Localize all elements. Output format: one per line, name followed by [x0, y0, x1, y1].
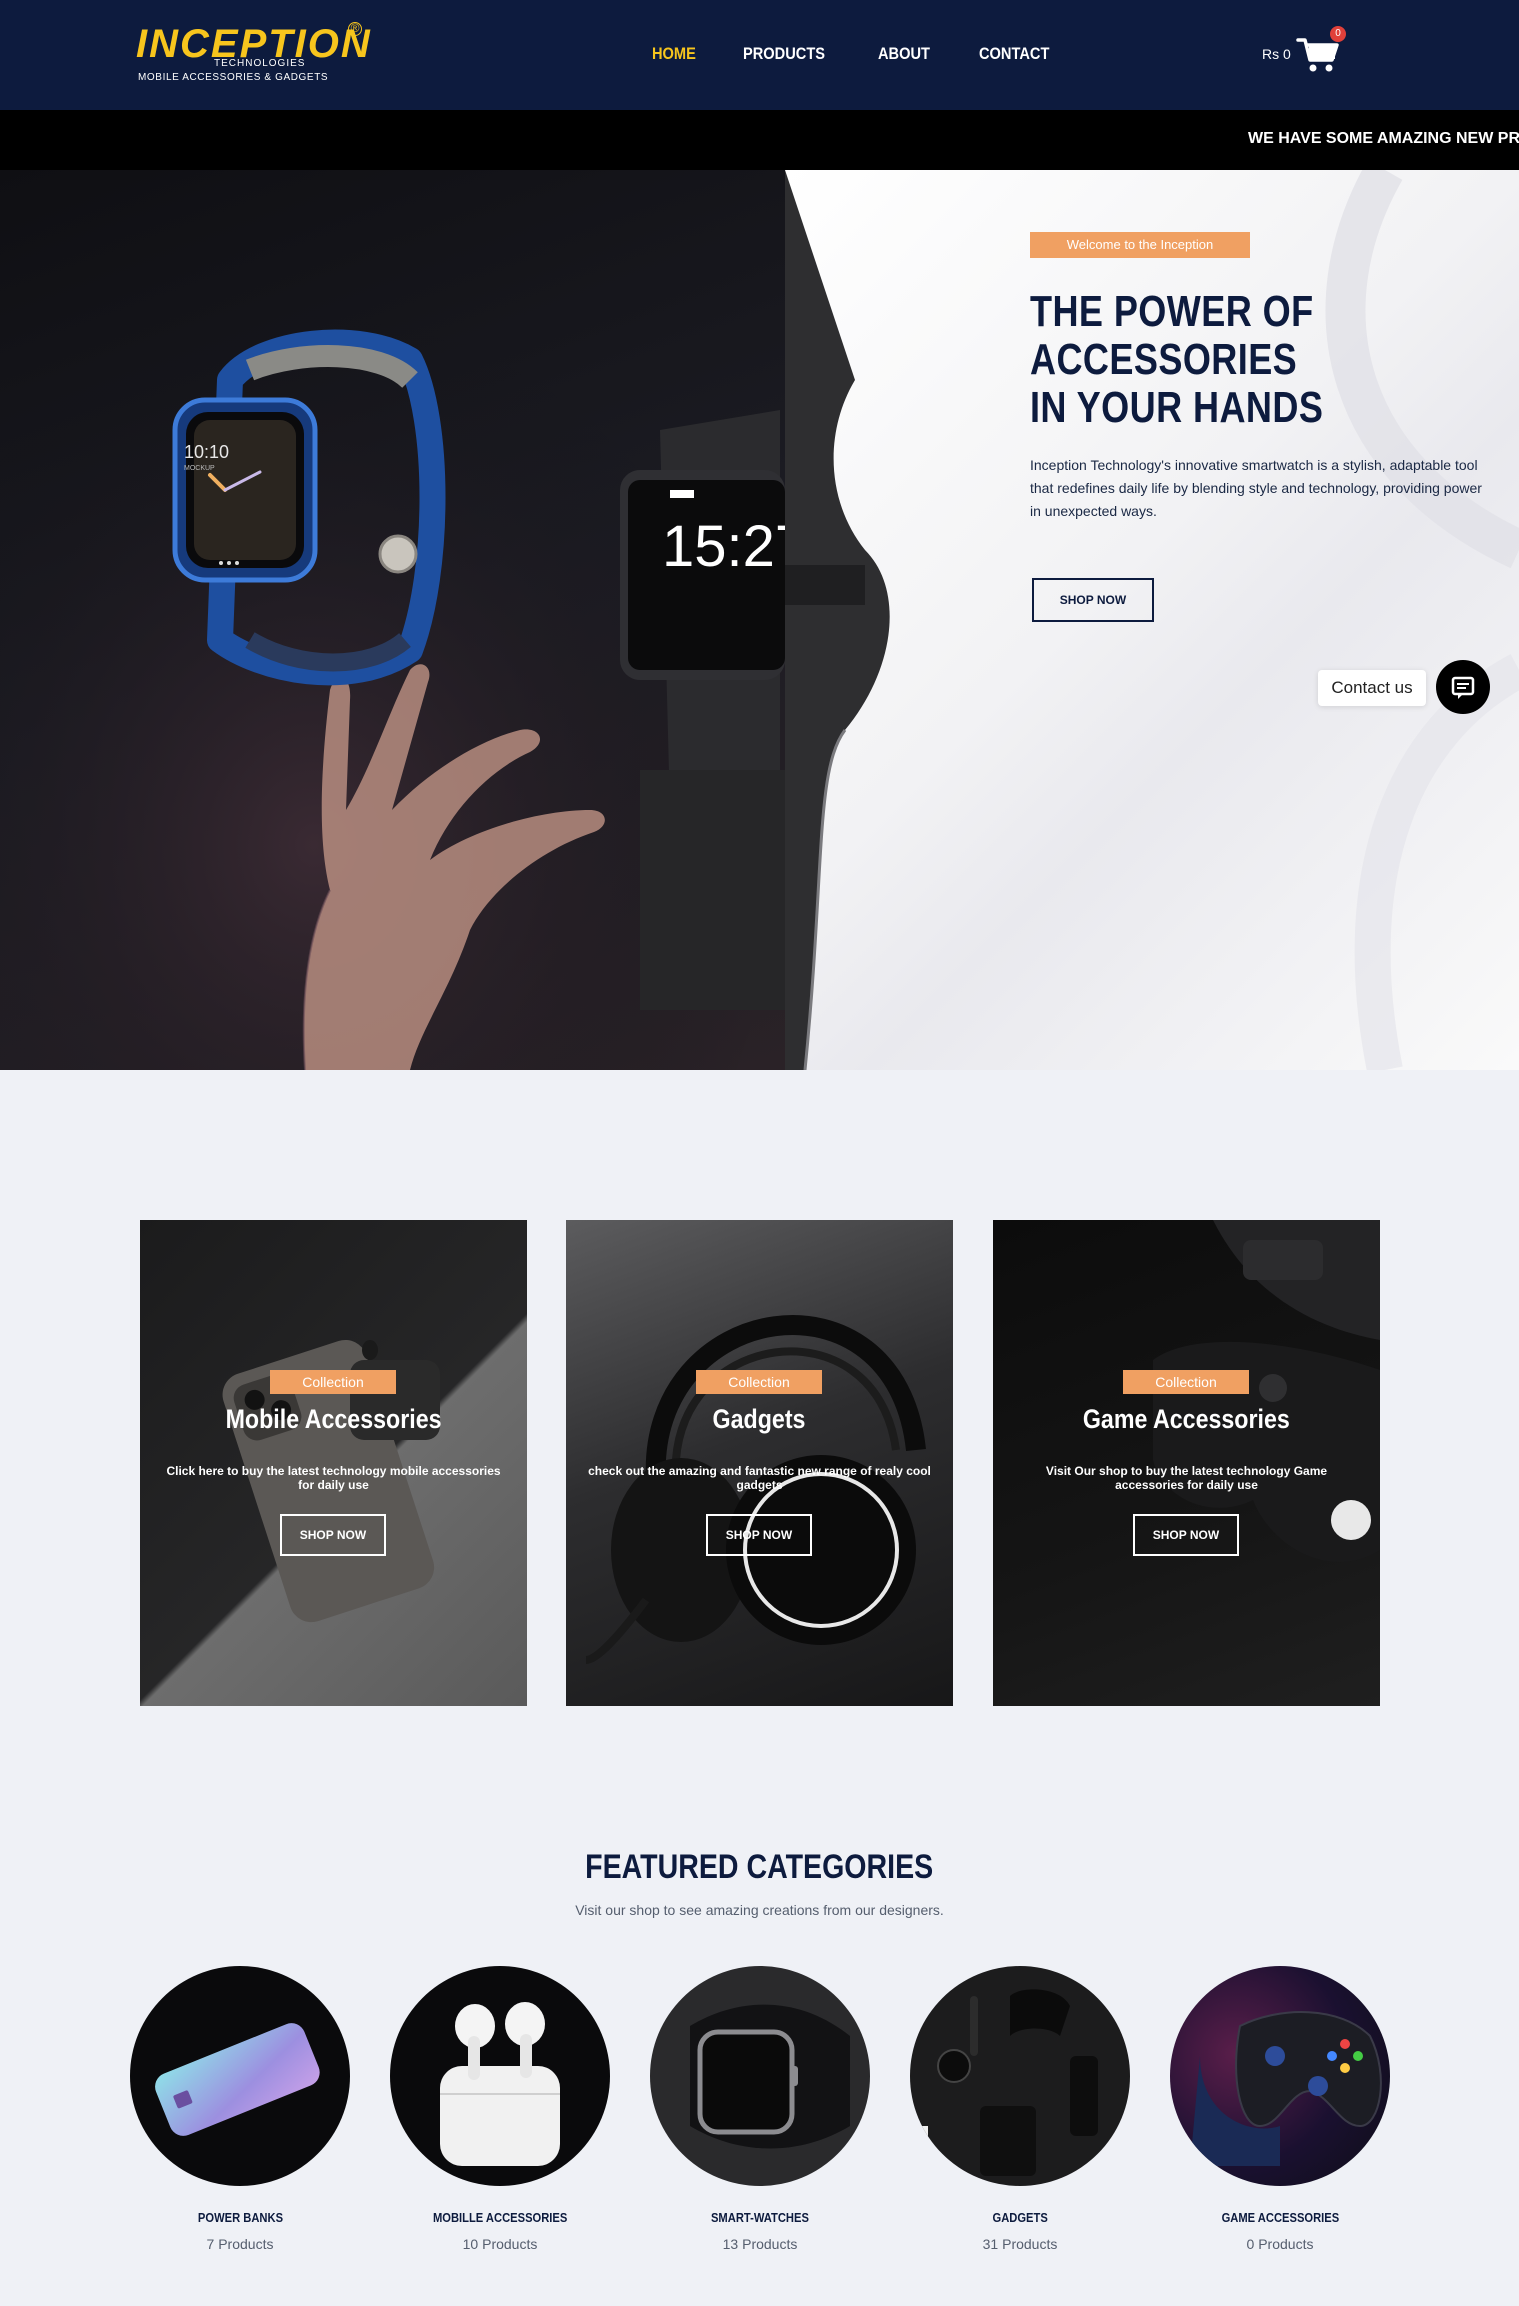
gadgets-image	[910, 1989, 1098, 2176]
collection-description: check out the amazing and fantastic new …	[588, 1464, 931, 1492]
collection-description: Visit Our shop to buy the latest technol…	[1045, 1464, 1328, 1492]
chat-icon	[1451, 676, 1475, 699]
featured-subtitle: Visit our shop to see amazing creations …	[575, 1902, 944, 1918]
category-count: 13 Products	[722, 2236, 798, 2252]
collection-shop-now-button[interactable]: SHOP NOW	[706, 1514, 812, 1556]
category-name: GADGETS	[992, 2210, 1048, 2225]
logo-tagline-2: MOBILE ACCESSORIES & GADGETS	[138, 72, 329, 83]
category-name: GAME ACCESSORIES	[1221, 2210, 1339, 2225]
collection-card-game-accessories[interactable]: Collection Game Accessories Visit Our sh…	[993, 1220, 1380, 1706]
cart-total[interactable]: Rs 0	[1262, 46, 1291, 62]
collection-title: Gadgets	[713, 1404, 806, 1434]
contact-chat-button[interactable]	[1436, 660, 1490, 714]
category-game-accessories[interactable]: GAME ACCESSORIES 0 Products	[1170, 1966, 1390, 2252]
category-gadgets[interactable]: GADGETS 31 Products	[910, 1966, 1130, 2252]
hero-shop-now-button[interactable]: SHOP NOW	[1032, 578, 1154, 622]
collection-badge: Collection	[696, 1370, 822, 1394]
category-name: SMART-WATCHES	[711, 2210, 809, 2225]
nav-contact[interactable]: CONTACT	[979, 44, 1049, 64]
site-header: INCEPTION ® TECHNOLOGIES MOBILE ACCESSOR…	[0, 0, 1519, 110]
hero-image: 10:10 MOCKUP 15:27	[0, 170, 785, 1070]
collection-shop-now-button[interactable]: SHOP NOW	[1133, 1514, 1239, 1556]
ticker-text: WE HAVE SOME AMAZING NEW PRO	[1248, 130, 1519, 147]
smartwatch-image	[690, 2004, 850, 2149]
watch1-time: 10:10	[184, 442, 229, 462]
hero-welcome-badge: Welcome to the Inception	[1030, 232, 1250, 258]
collection-badge: Collection	[1123, 1370, 1249, 1394]
category-image[interactable]	[1170, 1966, 1390, 2186]
power-bank-image	[155, 2023, 320, 2136]
category-power-banks[interactable]: POWER BANKS 7 Products	[130, 1966, 350, 2252]
collection-badge: Collection	[270, 1370, 396, 1394]
collection-description: Click here to buy the latest technology …	[166, 1464, 501, 1492]
category-count: 0 Products	[1246, 2236, 1314, 2252]
hero-smartwatch-illustration: 10:10 MOCKUP 15:27	[0, 170, 785, 1070]
collection-title: Mobile Accessories	[225, 1404, 442, 1434]
cart-count-badge: 0	[1330, 26, 1346, 42]
nav-home[interactable]: HOME	[652, 44, 696, 64]
logo-tagline-1: TECHNOLOGIES	[214, 58, 306, 69]
category-image[interactable]	[910, 1966, 1130, 2186]
collection-title: Game Accessories	[1083, 1404, 1290, 1434]
category-count: 31 Products	[982, 2236, 1058, 2252]
category-smart-watches[interactable]: SMART-WATCHES 13 Products	[650, 1966, 870, 2252]
earbuds-image	[440, 2002, 560, 2166]
hero-description: Inception Technology's innovative smartw…	[1030, 457, 1482, 519]
phone-image	[222, 1339, 440, 1623]
game-controller-image	[1190, 2011, 1382, 2166]
controller-image	[1153, 1220, 1380, 1562]
nav-about[interactable]: ABOUT	[878, 44, 930, 64]
category-name: MOBILLE ACCESSORIES	[432, 2210, 568, 2225]
category-name: POWER BANKS	[197, 2210, 283, 2225]
category-count: 10 Products	[462, 2236, 538, 2252]
hero-title: THE POWER OF ACCESSORIES IN YOUR HANDS	[1030, 287, 1324, 432]
collection-card-mobile-accessories[interactable]: Collection Mobile Accessories Click here…	[140, 1220, 527, 1706]
registered-mark: ®	[348, 22, 362, 36]
collection-shop-now-button[interactable]: SHOP NOW	[280, 1514, 386, 1556]
category-image[interactable]	[390, 1966, 610, 2186]
announcement-ticker: WE HAVE SOME AMAZING NEW PRO	[0, 110, 1519, 170]
featured-title: FEATURED CATEGORIES	[585, 1848, 934, 1886]
category-image[interactable]	[130, 1966, 350, 2186]
category-mobile-accessories[interactable]: MOBILLE ACCESSORIES 10 Products	[390, 1966, 610, 2252]
contact-us-label[interactable]: Contact us	[1318, 670, 1426, 706]
collection-card-gadgets[interactable]: Collection Gadgets check out the amazing…	[566, 1220, 953, 1706]
category-count: 7 Products	[206, 2236, 274, 2252]
nav-products[interactable]: PRODUCTS	[743, 44, 825, 64]
brand-logo[interactable]: INCEPTION ® TECHNOLOGIES MOBILE ACCESSOR…	[136, 22, 370, 88]
main-nav: HOME PRODUCTS ABOUT CONTACT	[652, 44, 1101, 64]
category-image[interactable]	[650, 1966, 870, 2186]
headphones-image	[585, 1315, 926, 1664]
watch2-time: 15:27	[662, 514, 785, 579]
watch1-label: MOCKUP	[184, 465, 215, 472]
